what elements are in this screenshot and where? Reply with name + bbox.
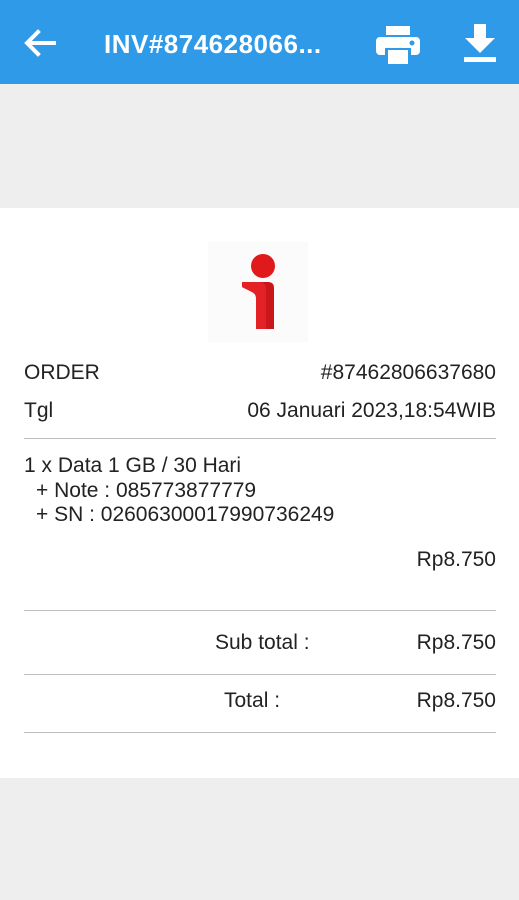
item-note: + Note : 085773877779 (36, 478, 257, 502)
date-label: Tgl (24, 399, 54, 422)
total-value: Rp8.750 (416, 689, 496, 712)
total-label: Total : (224, 689, 281, 712)
divider (24, 610, 496, 611)
brand-logo-icon (208, 242, 308, 342)
item-description: 1 x Data 1 GB / 30 Hari (24, 454, 242, 477)
printer-icon[interactable] (376, 26, 420, 64)
divider (24, 674, 496, 675)
subtotal-value: Rp8.750 (416, 631, 496, 654)
app-bar: INV#874628066... (0, 0, 519, 84)
date-value: 06 Januari 2023,18:54WIB (247, 399, 496, 422)
order-item: 1 x Data 1 GB / 30 Hari + Note : 0857738… (24, 454, 496, 528)
divider (24, 732, 496, 733)
subtotal-label: Sub total : (215, 631, 310, 654)
invoice-title: INV#874628066... (104, 29, 322, 59)
download-icon[interactable] (460, 24, 500, 62)
item-price: Rp8.750 (416, 548, 496, 571)
order-number: #87462806637680 (320, 361, 496, 384)
receipt-card: ORDER #87462806637680 Tgl 06 Januari 202… (0, 208, 519, 778)
item-serial-number: + SN : 02606300017990736249 (36, 503, 335, 526)
order-label: ORDER (24, 361, 100, 384)
arrow-left-icon[interactable] (22, 28, 56, 58)
divider (24, 438, 496, 439)
